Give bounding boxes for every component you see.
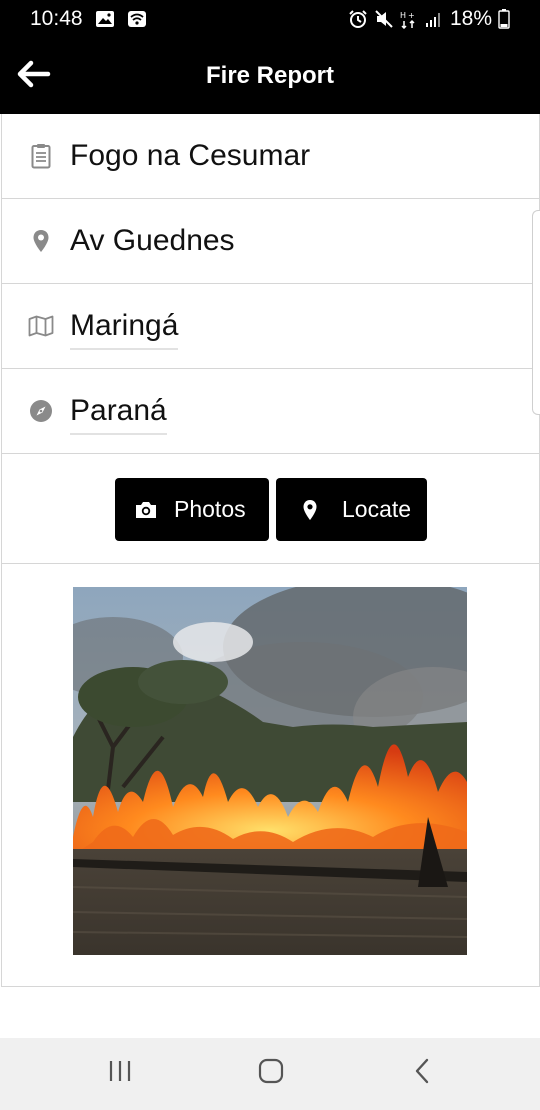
home-icon xyxy=(258,1058,284,1089)
status-bar: 10:48 H + 18% xyxy=(0,0,540,38)
city-row[interactable]: Maringá xyxy=(2,284,539,369)
app-bar: Fire Report xyxy=(0,38,540,114)
back-button[interactable] xyxy=(14,56,54,96)
photos-label: Photos xyxy=(174,496,246,522)
nav-back-button[interactable] xyxy=(403,1058,443,1088)
signal-icon xyxy=(424,10,444,28)
photos-button[interactable]: Photos xyxy=(115,478,269,541)
status-time: 10:48 xyxy=(30,7,83,30)
svg-text:H: H xyxy=(400,11,406,20)
system-nav-bar xyxy=(0,1038,540,1110)
locate-button[interactable]: Locate xyxy=(276,478,427,541)
data-icon: H + xyxy=(400,9,418,29)
back-icon xyxy=(413,1058,433,1089)
arrow-left-icon xyxy=(17,60,51,93)
camera-icon xyxy=(134,498,158,522)
compass-icon xyxy=(28,397,54,425)
mute-icon xyxy=(374,9,394,29)
report-card: Fogo na Cesumar Av Guednes Maringá Paran… xyxy=(1,114,540,987)
street-row[interactable]: Av Guednes xyxy=(2,199,539,284)
alarm-icon xyxy=(348,9,368,29)
scroll-indicator[interactable] xyxy=(532,210,540,415)
map-pin-icon xyxy=(28,227,54,255)
state-row[interactable]: Paraná xyxy=(2,369,539,454)
clipboard-icon xyxy=(28,142,54,170)
recents-icon xyxy=(107,1059,133,1088)
report-photo xyxy=(73,587,467,955)
recents-button[interactable] xyxy=(100,1058,140,1088)
locate-label: Locate xyxy=(342,496,412,522)
action-row: Photos Locate xyxy=(2,454,539,564)
street-field[interactable]: Av Guednes xyxy=(70,221,235,263)
image-icon xyxy=(95,10,115,28)
title-field[interactable]: Fogo na Cesumar xyxy=(70,136,310,178)
battery-percent: 18% xyxy=(449,7,492,30)
city-field[interactable]: Maringá xyxy=(70,306,179,350)
page-title: Fire Report xyxy=(205,62,334,89)
map-icon xyxy=(28,312,54,340)
state-field[interactable]: Paraná xyxy=(70,391,167,435)
svg-text:+: + xyxy=(408,11,415,20)
map-pin-icon xyxy=(298,498,322,522)
title-row[interactable]: Fogo na Cesumar xyxy=(2,114,539,199)
wifi-icon xyxy=(127,10,147,28)
home-button[interactable] xyxy=(251,1058,291,1088)
battery-icon xyxy=(498,9,510,29)
